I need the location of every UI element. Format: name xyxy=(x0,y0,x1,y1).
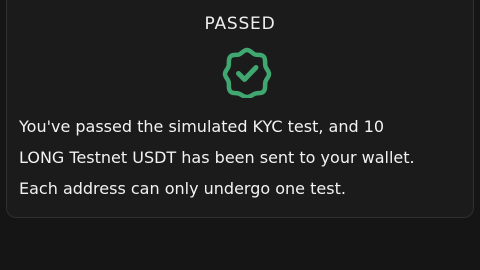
message-line: Each address can only undergo one test. xyxy=(19,179,346,198)
result-title: PASSED xyxy=(204,14,276,34)
result-message: You've passed the simulated KYC test, an… xyxy=(19,111,469,204)
result-dialog: PASSED You've passed the simulated KYC t… xyxy=(6,0,474,218)
message-line: LONG Testnet USDT has been sent to your … xyxy=(19,148,415,167)
message-line: You've passed the simulated KYC test, an… xyxy=(19,117,385,136)
check-badge-icon xyxy=(221,46,273,98)
